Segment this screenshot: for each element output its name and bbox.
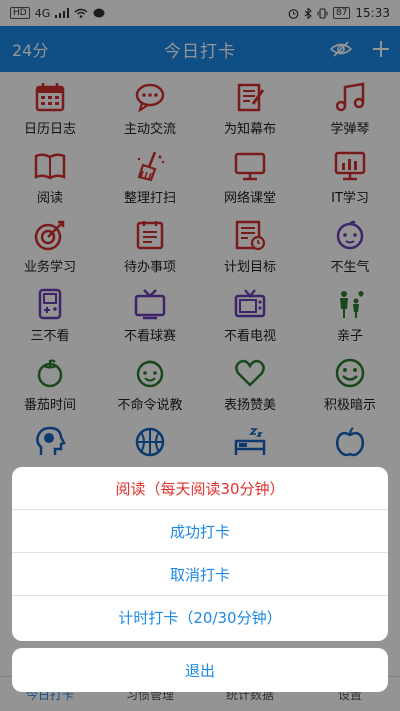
success-checkin-button[interactable]: 成功打卡 [12, 510, 388, 553]
action-sheet: 阅读（每天阅读30分钟） 成功打卡 取消打卡 计时打卡（20/30分钟） [12, 467, 388, 641]
action-sheet-title: 阅读（每天阅读30分钟） [12, 467, 388, 510]
timed-checkin-button[interactable]: 计时打卡（20/30分钟） [12, 596, 388, 639]
watermark: k⁰k⁰z [290, 662, 358, 692]
cancel-checkin-button[interactable]: 取消打卡 [12, 553, 388, 596]
